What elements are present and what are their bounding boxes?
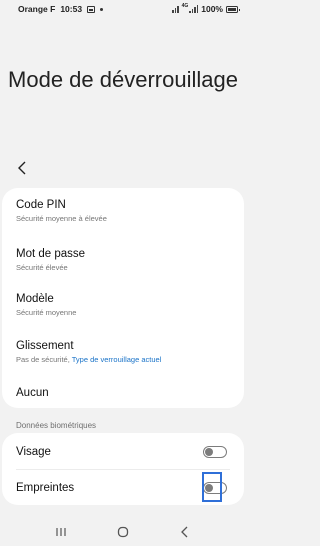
back-icon <box>181 526 188 538</box>
carrier-label: Orange F <box>18 4 56 14</box>
bio-row-face[interactable]: Visage <box>2 434 244 470</box>
biometrics-section-header: Données biométriques <box>16 421 97 430</box>
back-button[interactable] <box>11 157 33 179</box>
bio-label: Empreintes <box>16 482 75 494</box>
option-subtitle-text: Pas de sécurité, <box>16 355 72 364</box>
home-icon <box>117 526 129 538</box>
battery-percent: 100% <box>201 4 223 14</box>
recents-icon <box>56 528 66 536</box>
option-pin[interactable]: Code PIN Sécurité moyenne à élevée <box>2 199 244 223</box>
chevron-left-icon <box>18 161 26 175</box>
option-title: Glissement <box>16 340 74 352</box>
nav-back-button[interactable] <box>170 520 200 544</box>
battery-icon <box>226 5 240 13</box>
network-type-label: 4G <box>181 3 189 9</box>
bio-label: Visage <box>16 446 51 458</box>
bio-row-fingerprint[interactable]: Empreintes <box>2 470 244 506</box>
option-subtitle: Sécurité moyenne <box>16 308 77 317</box>
status-bar: Orange F 10:53 4G 100% <box>0 0 246 18</box>
unlock-options-card: Code PIN Sécurité moyenne à élevée Mot d… <box>2 188 244 408</box>
notification-dot-icon <box>100 7 104 11</box>
gallery-notification-icon <box>87 5 96 13</box>
option-title: Mot de passe <box>16 248 86 260</box>
biometrics-card: Visage Empreintes <box>2 433 244 505</box>
option-subtitle: Sécurité moyenne à élevée <box>16 214 107 223</box>
option-pattern[interactable]: Modèle Sécurité moyenne <box>2 293 244 317</box>
cell-signal-icon <box>189 5 199 13</box>
option-title: Code PIN <box>16 199 66 211</box>
option-subtitle: Pas de sécurité, Type de verrouillage ac… <box>16 355 244 364</box>
option-none[interactable]: Aucun <box>2 387 244 399</box>
home-button[interactable] <box>108 520 138 544</box>
option-title: Aucun <box>16 387 49 399</box>
fingerprint-toggle[interactable] <box>203 482 227 494</box>
clock: 10:53 <box>60 4 83 14</box>
navigation-bar <box>0 518 246 546</box>
face-toggle[interactable] <box>203 446 227 458</box>
option-swipe[interactable]: Glissement Pas de sécurité, Type de verr… <box>2 340 244 364</box>
page-title: Mode de déverrouillage <box>8 67 238 92</box>
option-password[interactable]: Mot de passe Sécurité élevée <box>2 248 244 272</box>
wifi-signal-icon <box>172 5 179 13</box>
current-lock-type-label: Type de verrouillage actuel <box>71 355 162 364</box>
option-subtitle: Sécurité élevée <box>16 263 68 272</box>
status-right: 4G 100% <box>172 3 240 14</box>
option-title: Modèle <box>16 293 54 305</box>
recents-button[interactable] <box>46 520 76 544</box>
status-left: Orange F 10:53 <box>18 4 104 14</box>
